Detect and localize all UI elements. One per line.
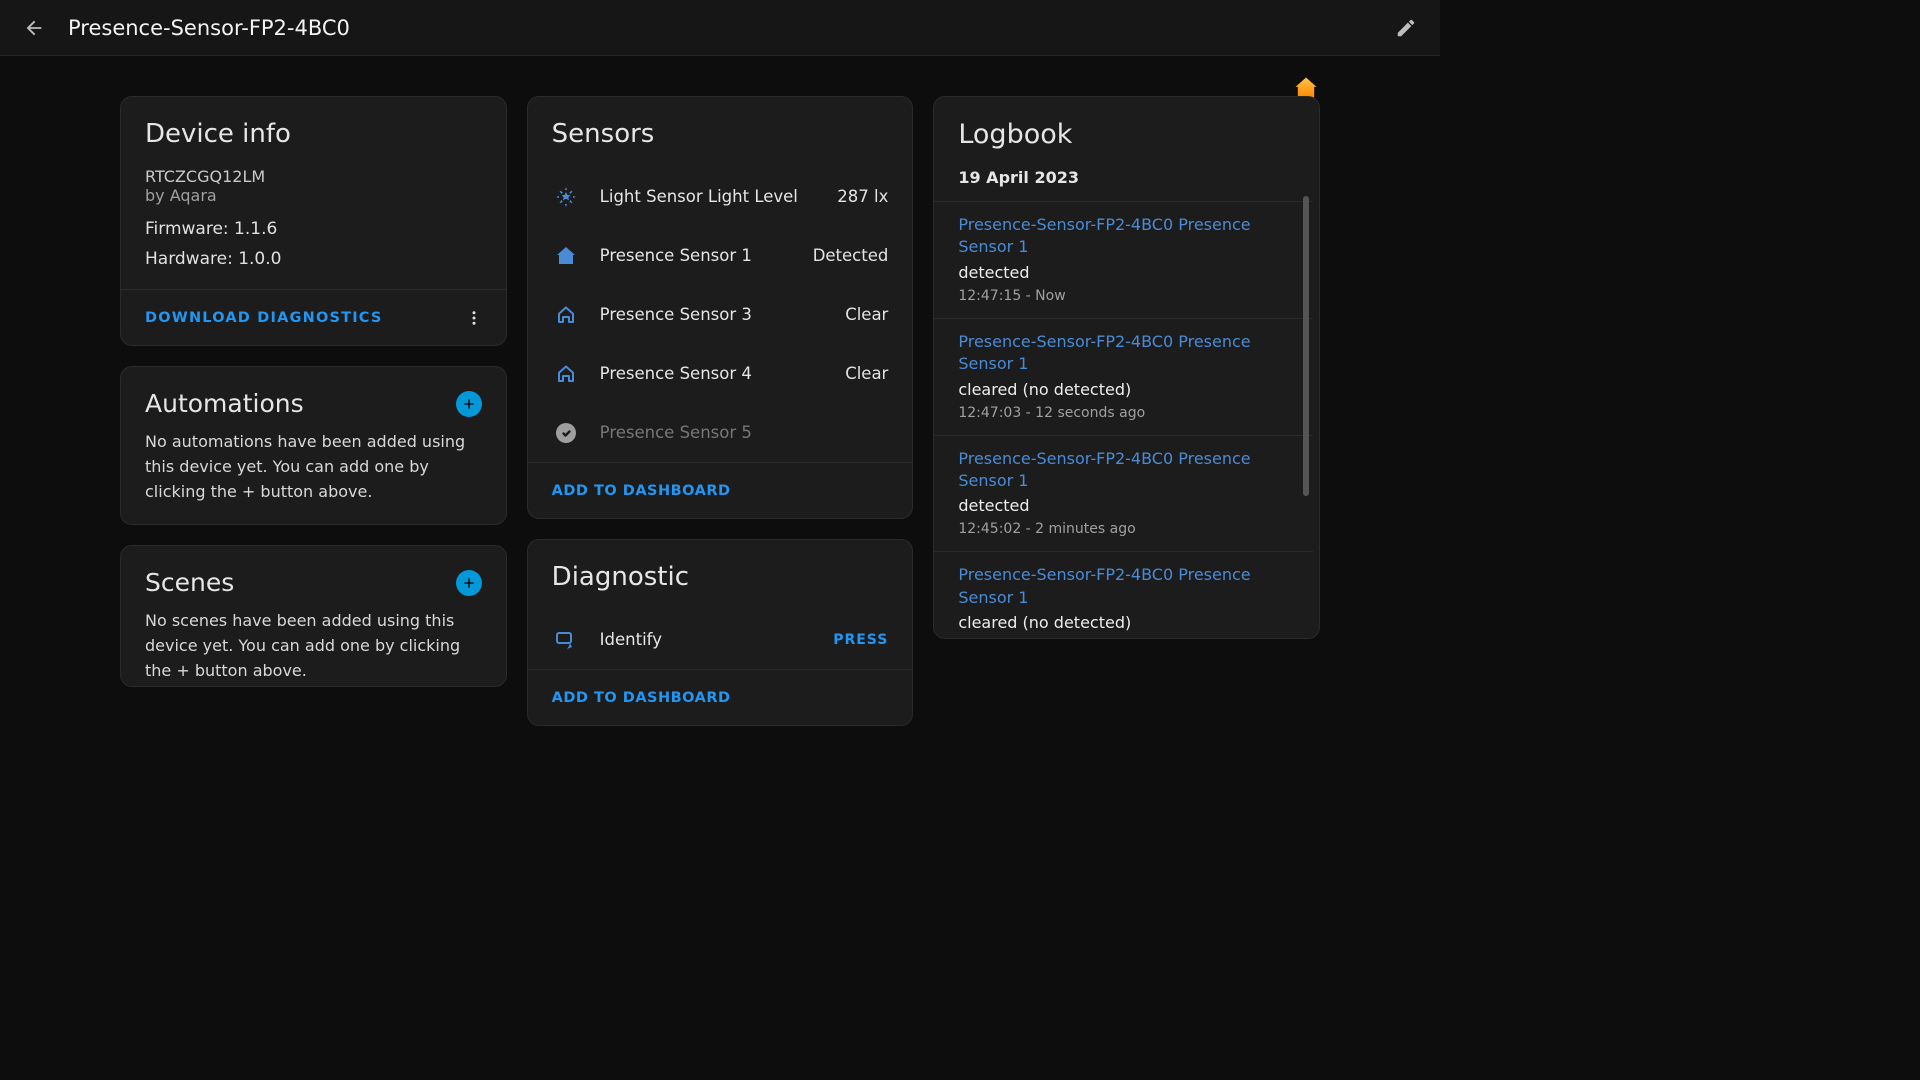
top-bar: Presence-Sensor-FP2-4BC0 bbox=[0, 0, 1440, 56]
log-entry[interactable]: Presence-Sensor-FP2-4BC0 Presence Sensor… bbox=[934, 201, 1313, 318]
sensor-label: Presence Sensor 1 bbox=[600, 246, 793, 265]
logbook-scrollbar[interactable] bbox=[1303, 196, 1309, 634]
log-entry-time: 12:47:15 - Now bbox=[958, 288, 1289, 304]
device-manufacturer: by Aqara bbox=[145, 186, 482, 205]
device-info-menu-button[interactable] bbox=[454, 298, 494, 338]
scenes-empty-text: No scenes have been added using this dev… bbox=[145, 609, 482, 683]
add-scene-button[interactable] bbox=[456, 570, 482, 596]
log-entry[interactable]: Presence-Sensor-FP2-4BC0 Presence Sensor… bbox=[934, 435, 1313, 552]
log-entry[interactable]: Presence-Sensor-FP2-4BC0 Presence Sensor… bbox=[934, 318, 1313, 435]
logbook-date: 19 April 2023 bbox=[934, 168, 1313, 201]
logbook-scroll[interactable]: 19 April 2023 Presence-Sensor-FP2-4BC0 P… bbox=[934, 168, 1319, 638]
automations-empty-text: No automations have been added using thi… bbox=[145, 430, 482, 504]
sensor-label: Presence Sensor 4 bbox=[600, 364, 826, 383]
sensor-row[interactable]: Presence Sensor 1 Detected bbox=[528, 226, 913, 285]
sensor-value: Clear bbox=[845, 364, 888, 383]
log-entry-link[interactable]: Presence-Sensor-FP2-4BC0 Presence Sensor… bbox=[958, 564, 1289, 609]
sensor-label: Presence Sensor 5 bbox=[600, 423, 869, 442]
log-entry-link[interactable]: Presence-Sensor-FP2-4BC0 Presence Sensor… bbox=[958, 214, 1289, 259]
back-button[interactable] bbox=[12, 6, 56, 50]
sensors-add-dashboard-button[interactable]: ADD TO DASHBOARD bbox=[552, 483, 731, 499]
sensor-label: Presence Sensor 3 bbox=[600, 305, 826, 324]
logbook-title: Logbook bbox=[958, 119, 1295, 150]
home-solid-icon bbox=[552, 244, 580, 268]
diagnostic-title: Diagnostic bbox=[552, 562, 889, 592]
diagnostic-identify-row[interactable]: Identify PRESS bbox=[528, 610, 913, 669]
brightness-icon bbox=[552, 185, 580, 209]
hardware-version: Hardware: 1.0.0 bbox=[145, 249, 482, 269]
sensor-label: Light Sensor Light Level bbox=[600, 187, 818, 206]
diagnostic-identify-label: Identify bbox=[600, 630, 814, 649]
log-entry-state: detected bbox=[958, 496, 1289, 515]
automations-card: Automations No automations have been add… bbox=[120, 366, 507, 525]
log-entry[interactable]: Presence-Sensor-FP2-4BC0 Presence Sensor… bbox=[934, 551, 1313, 638]
scroll-thumb[interactable] bbox=[1303, 196, 1309, 496]
log-entry-time: 12:47:03 - 12 seconds ago bbox=[958, 405, 1289, 421]
sensor-value: Detected bbox=[813, 246, 889, 265]
logbook-card: Logbook 19 April 2023 Presence-Sensor-FP… bbox=[933, 96, 1320, 639]
pencil-icon bbox=[1395, 17, 1417, 39]
sensor-value: 287 lx bbox=[837, 187, 888, 206]
sensor-value: Clear bbox=[845, 305, 888, 324]
sensor-row[interactable]: Presence Sensor 4 Clear bbox=[528, 344, 913, 403]
log-entry-state: cleared (no detected) bbox=[958, 613, 1289, 632]
log-entry-state: detected bbox=[958, 263, 1289, 282]
arrow-left-icon bbox=[23, 17, 45, 39]
sensors-card: Sensors Light Sensor Light Level 287 lx Pr… bbox=[527, 96, 914, 519]
device-model: RTCZCGQ12LM bbox=[145, 167, 482, 186]
home-outline-icon bbox=[552, 303, 580, 327]
plus-icon bbox=[461, 575, 477, 591]
identify-press-button[interactable]: PRESS bbox=[833, 632, 888, 648]
log-entry-link[interactable]: Presence-Sensor-FP2-4BC0 Presence Sensor… bbox=[958, 448, 1289, 493]
log-entry-state: cleared (no detected) bbox=[958, 380, 1289, 399]
page-title: Presence-Sensor-FP2-4BC0 bbox=[68, 16, 350, 40]
firmware-version: Firmware: 1.1.6 bbox=[145, 219, 482, 239]
add-automation-button[interactable] bbox=[456, 391, 482, 417]
scenes-card: Scenes No scenes have been added using t… bbox=[120, 545, 507, 686]
check-circle-icon bbox=[552, 421, 580, 445]
home-outline-icon bbox=[552, 362, 580, 386]
edit-button[interactable] bbox=[1384, 6, 1428, 50]
sensors-title: Sensors bbox=[552, 119, 889, 149]
sensor-row[interactable]: Presence Sensor 3 Clear bbox=[528, 285, 913, 344]
sensor-row[interactable]: Light Sensor Light Level 287 lx bbox=[528, 167, 913, 226]
automations-title: Automations bbox=[145, 389, 304, 418]
log-entry-time: 12:45:02 - 2 minutes ago bbox=[958, 521, 1289, 537]
device-info-card: Device info RTCZCGQ12LM by Aqara Firmwar… bbox=[120, 96, 507, 346]
download-diagnostics-button[interactable]: DOWNLOAD DIAGNOSTICS bbox=[145, 310, 383, 326]
log-entry-link[interactable]: Presence-Sensor-FP2-4BC0 Presence Sensor… bbox=[958, 331, 1289, 376]
device-info-title: Device info bbox=[145, 119, 482, 149]
diagnostic-add-dashboard-button[interactable]: ADD TO DASHBOARD bbox=[552, 690, 731, 706]
diagnostic-card: Diagnostic Identify PRESS bbox=[527, 539, 914, 726]
identify-icon bbox=[554, 628, 578, 652]
dots-vertical-icon bbox=[465, 309, 483, 327]
plus-icon bbox=[461, 396, 477, 412]
sensor-row[interactable]: Presence Sensor 5 bbox=[528, 403, 913, 462]
scenes-title: Scenes bbox=[145, 568, 234, 597]
